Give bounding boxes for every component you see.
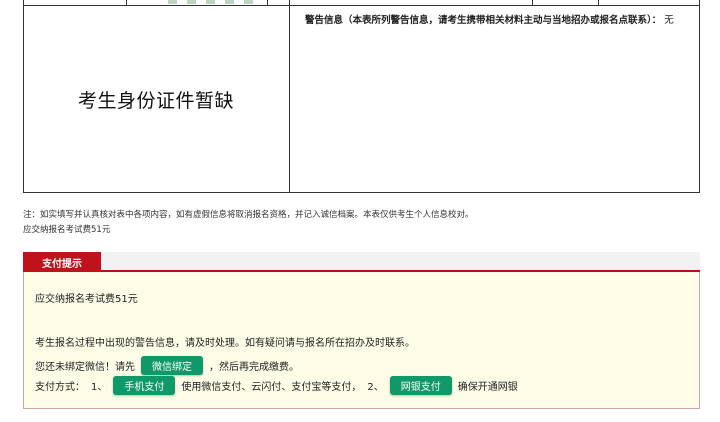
payment-tab-bar xyxy=(23,252,700,272)
mobile-pay-desc: 使用微信支付、云闪付、支付宝等支付， xyxy=(181,382,362,393)
method1-index: 1、 xyxy=(91,382,108,393)
fee-note: 应交纳报名考试费51元 xyxy=(23,225,111,235)
id-photo-placeholder: 考生身份证件暂缺 xyxy=(77,90,234,112)
wechat-bind-button[interactable]: 微信绑定 xyxy=(141,356,203,375)
id-photo-cell: 考生身份证件暂缺 xyxy=(23,6,290,193)
methods-label: 支付方式： xyxy=(35,382,85,393)
mobile-pay-button[interactable]: 手机支付 xyxy=(113,376,176,395)
disclaimer-note: 注：如实填写并认真核对表中各项内容，如有虚假信息将取消报名资格，并记入诚信档案。… xyxy=(23,210,474,220)
warning-info-cell: 警告信息（本表所列警告信息，请考生携带相关材料主动与当地招办或报名点联系）： 无 xyxy=(305,12,674,26)
bank-pay-button[interactable]: 网银支付 xyxy=(389,376,452,395)
wechat-bind-line: 您还未绑定微信！请先 微信绑定 ，然后再完成缴费。 xyxy=(35,356,299,375)
wechat-suffix: ，然后再完成缴费。 xyxy=(209,362,299,373)
warning-value: 无 xyxy=(664,15,674,26)
bank-pay-desc: 确保开通网银 xyxy=(457,382,518,393)
tab-payment-tips[interactable]: 支付提示 xyxy=(23,252,101,272)
warning-label: 警告信息（本表所列警告信息，请考生携带相关材料主动与当地招办或报名点联系）： xyxy=(305,15,662,26)
fee-text: 应交纳报名考试费51元 xyxy=(35,294,138,305)
method2-index: 2、 xyxy=(367,382,384,393)
wechat-prefix: 您还未绑定微信！请先 xyxy=(35,362,135,373)
payment-warning-text: 考生报名过程中出现的警告信息，请及时处理。如有疑问请与报名所在招办及时联系。 xyxy=(35,338,415,349)
payment-methods-line: 支付方式： 1、 手机支付 使用微信支付、云闪付、支付宝等支付， 2、 网银支付… xyxy=(35,376,518,395)
